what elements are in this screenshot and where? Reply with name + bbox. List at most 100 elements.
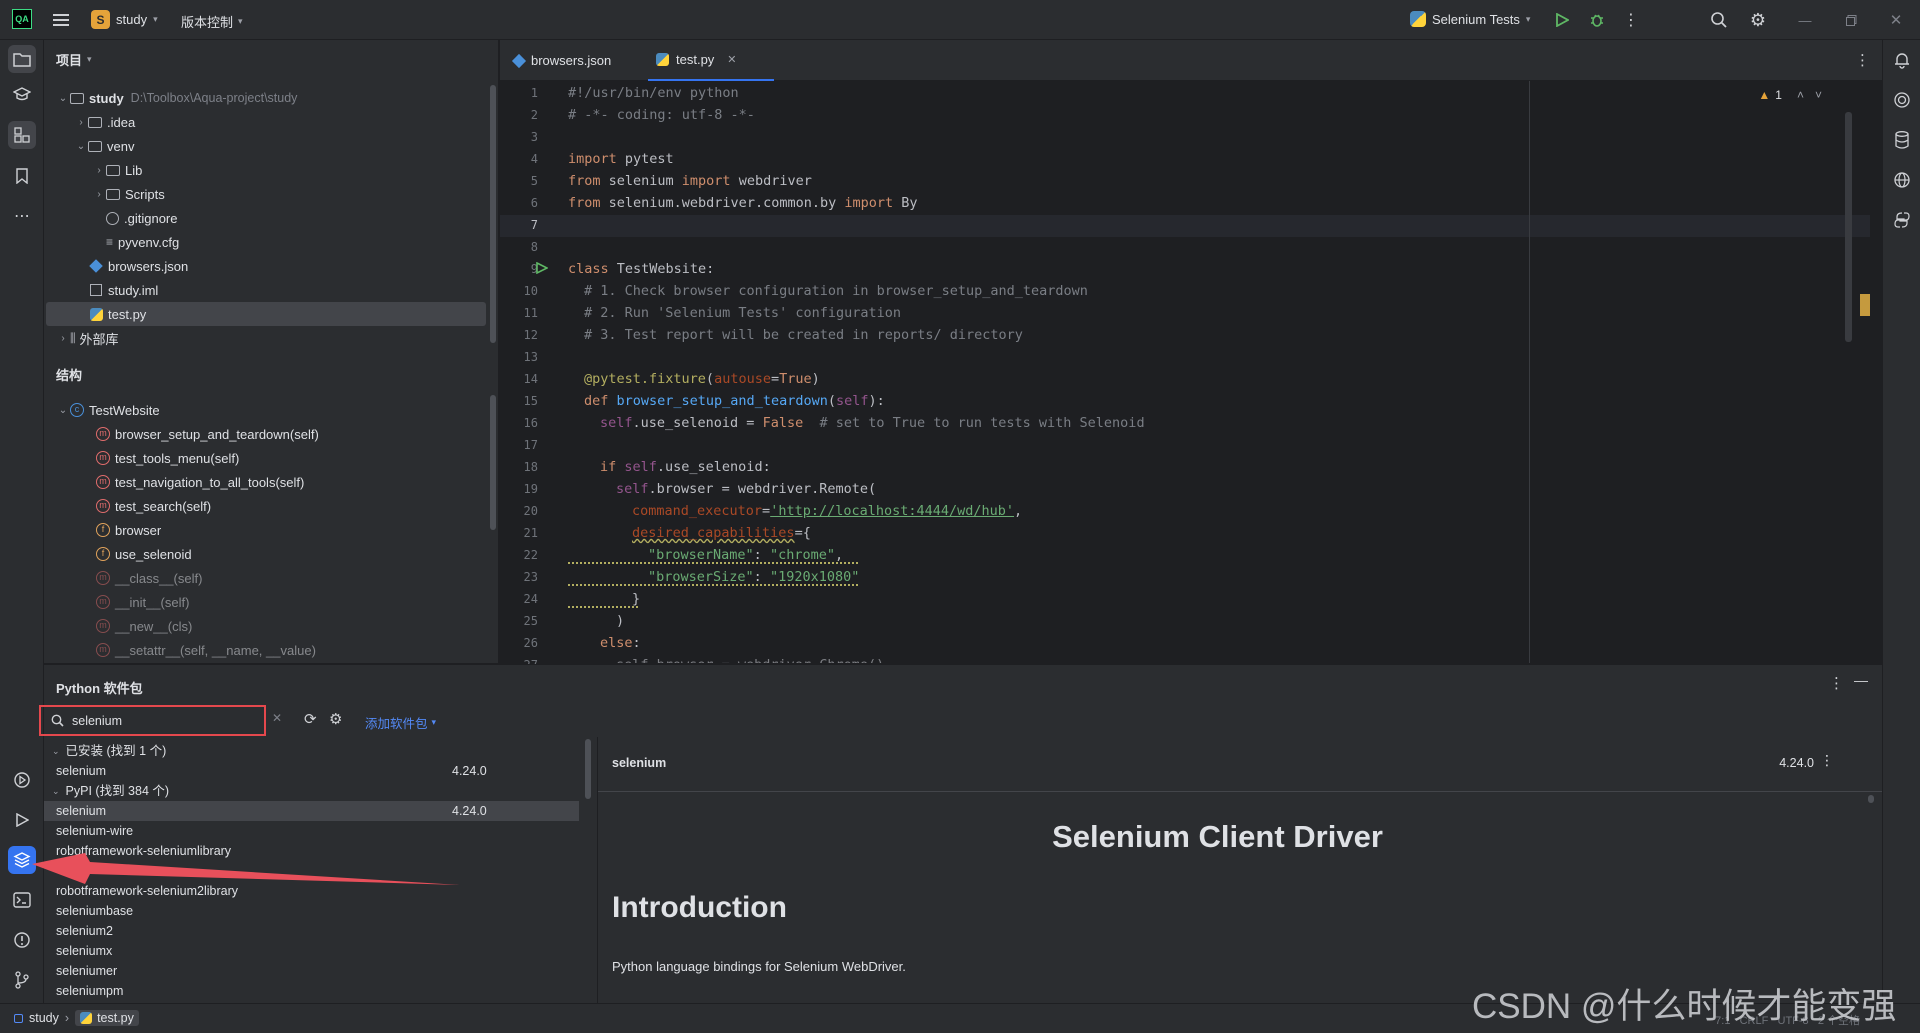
git-branch-icon[interactable] — [8, 966, 36, 994]
project-switcher[interactable]: S study ▾ — [91, 10, 158, 29]
module-file-icon — [90, 284, 102, 296]
tree-row-study-iml[interactable]: study.iml — [90, 278, 158, 302]
structure-class-row[interactable]: ⌄ c TestWebsite — [56, 398, 160, 422]
line-number: 12 — [523, 328, 538, 342]
project-folder-icon[interactable] — [8, 45, 36, 73]
structure-member-row[interactable]: m browser_setup_and_teardown(self) — [96, 422, 319, 446]
run-config-selector[interactable]: Selenium Tests ▾ — [1410, 11, 1530, 27]
debug-icon[interactable] — [1586, 9, 1608, 31]
more-actions-icon[interactable]: ⋮ — [1620, 9, 1642, 31]
line-number: 18 — [523, 460, 538, 474]
structure-member-row[interactable]: m __init__(self) — [96, 590, 189, 614]
package-search-input[interactable] — [72, 713, 242, 728]
code-text: ) — [811, 371, 820, 387]
chevron-right-icon: › — [97, 188, 101, 200]
restore-window-icon[interactable] — [1840, 9, 1862, 31]
detail-scrollbar[interactable] — [1868, 795, 1874, 803]
param-name: autouse — [714, 371, 771, 387]
root-name: study — [89, 90, 124, 106]
structure-member-row[interactable]: f use_selenoid — [96, 542, 192, 566]
structure-member-row[interactable]: m __class__(self) — [96, 566, 202, 590]
package-row[interactable]: seleniumpm — [44, 981, 579, 1001]
chevron-up-icon[interactable]: ˄ — [1797, 88, 1804, 102]
package-row[interactable]: selenium 4.24.0 — [44, 761, 579, 781]
package-name: seleniumpm — [56, 984, 124, 998]
minimize-panel-icon[interactable]: — — [1854, 672, 1868, 688]
pypi-group-header[interactable]: ⌄ PyPI (找到 384 个) — [44, 781, 579, 801]
tree-row-idea[interactable]: › .idea — [74, 110, 135, 134]
structure-member-row[interactable]: m test_navigation_to_all_tools(self) — [96, 470, 304, 494]
tree-row-browsers-json[interactable]: browsers.json — [89, 254, 188, 278]
detail-options-icon[interactable]: ⋮ — [1820, 752, 1834, 769]
tree-row-test-py[interactable]: test.py — [46, 302, 486, 326]
minimize-window-icon[interactable]: — — [1794, 9, 1816, 31]
package-search-box[interactable] — [39, 705, 266, 736]
decorator: @pytest.fixture — [584, 371, 706, 387]
problems-icon[interactable] — [8, 926, 36, 954]
close-window-icon[interactable]: ✕ — [1885, 9, 1907, 31]
learn-icon[interactable] — [8, 80, 36, 108]
run-tool-icon[interactable] — [8, 806, 36, 834]
tree-row-scripts[interactable]: › Scripts — [92, 182, 164, 206]
tree-row-venv[interactable]: ⌄ venv — [74, 134, 135, 158]
method-icon: m — [96, 619, 110, 633]
tab-browsers-json[interactable]: browsers.json — [511, 40, 611, 81]
editor-scrollbar[interactable] — [1845, 112, 1852, 342]
search-icon[interactable] — [1708, 9, 1730, 31]
settings-gear-icon[interactable]: ⚙ — [1747, 9, 1769, 31]
structure-member-row[interactable]: m test_tools_menu(self) — [96, 446, 239, 470]
tab-more-icon[interactable]: ⋮ — [1855, 51, 1870, 69]
package-row[interactable]: seleniumer — [44, 961, 579, 981]
structure-member-row[interactable]: f browser — [96, 518, 161, 542]
structure-member-row[interactable]: m __new__(cls) — [96, 614, 192, 638]
member-label: browser_setup_and_teardown(self) — [115, 426, 319, 442]
close-tab-icon[interactable]: ✕ — [727, 53, 736, 66]
package-row[interactable]: selenium-wire — [44, 821, 579, 841]
vcs-menu[interactable]: 版本控制 ▾ — [181, 12, 243, 31]
package-row[interactable]: seleniumbase — [44, 901, 579, 921]
add-package-button[interactable]: 添加软件包 ▾ — [365, 713, 436, 732]
panel-options-icon[interactable]: ⋮ — [1829, 674, 1844, 692]
run-icon[interactable] — [1551, 9, 1573, 31]
package-row[interactable]: selenium2 — [44, 921, 579, 941]
chevron-down-icon[interactable]: ˅ — [1815, 88, 1822, 102]
tree-row-root[interactable]: ⌄ study D:\Toolbox\Aqua-project\study — [56, 86, 298, 110]
more-tools-icon[interactable]: ⋯ — [8, 202, 36, 230]
breadcrumb-project[interactable]: study — [29, 1011, 59, 1025]
app-logo[interactable]: QA — [12, 9, 32, 29]
code-line: if self.use_selenoid: — [600, 456, 771, 478]
inspection-widget[interactable]: ▲ 1 ˄ ˅ — [1758, 88, 1822, 102]
project-panel-header[interactable]: 项目 ▾ — [56, 50, 92, 69]
main-menu-icon[interactable] — [50, 9, 72, 31]
services-icon[interactable] — [8, 766, 36, 794]
tree-row-gitignore[interactable]: .gitignore — [106, 206, 177, 230]
installed-group-header[interactable]: ⌄ 已安装 (找到 1 个) — [44, 741, 579, 761]
project-scrollbar[interactable] — [490, 85, 496, 343]
ai-assistant-icon[interactable] — [1888, 86, 1916, 114]
code-area[interactable]: #!/usr/bin/env python # -*- coding: utf-… — [568, 81, 1818, 663]
tree-row-lib[interactable]: › Lib — [92, 158, 142, 182]
clear-search-icon[interactable]: ✕ — [272, 711, 282, 725]
package-row[interactable]: selenium 4.24.0 — [44, 801, 579, 821]
structure-member-row[interactable]: m __setattr__(self, __name, __value) — [96, 638, 316, 662]
tree-row-external-libs[interactable]: › ⫼ 外部库 — [56, 326, 118, 350]
root-path: D:\Toolbox\Aqua-project\study — [130, 91, 298, 105]
structure-icon[interactable] — [8, 121, 36, 149]
structure-member-row[interactable]: m test_search(self) — [96, 494, 211, 518]
installed-header-label: 已安装 (找到 1 个) — [65, 744, 167, 758]
package-list-scrollbar[interactable] — [585, 739, 591, 799]
database-icon[interactable] — [1888, 126, 1916, 154]
notifications-bell-icon[interactable] — [1888, 46, 1916, 74]
breadcrumb-file[interactable]: test.py — [75, 1010, 139, 1026]
structure-scrollbar[interactable] — [490, 395, 496, 530]
bookmark-icon[interactable] — [8, 162, 36, 190]
tab-test-py[interactable]: test.py ✕ — [648, 40, 774, 81]
package-row[interactable]: seleniumx — [44, 941, 579, 961]
web-globe-icon[interactable] — [1888, 166, 1916, 194]
package-settings-gear-icon[interactable]: ⚙ — [329, 710, 342, 728]
tree-row-pyvenv[interactable]: ≡ pyvenv.cfg — [106, 230, 179, 254]
run-gutter-icon[interactable] — [536, 261, 549, 277]
warning-stripe-marker[interactable] — [1860, 294, 1870, 316]
refresh-icon[interactable]: ⟳ — [304, 710, 317, 728]
python-console-icon[interactable] — [1888, 206, 1916, 234]
